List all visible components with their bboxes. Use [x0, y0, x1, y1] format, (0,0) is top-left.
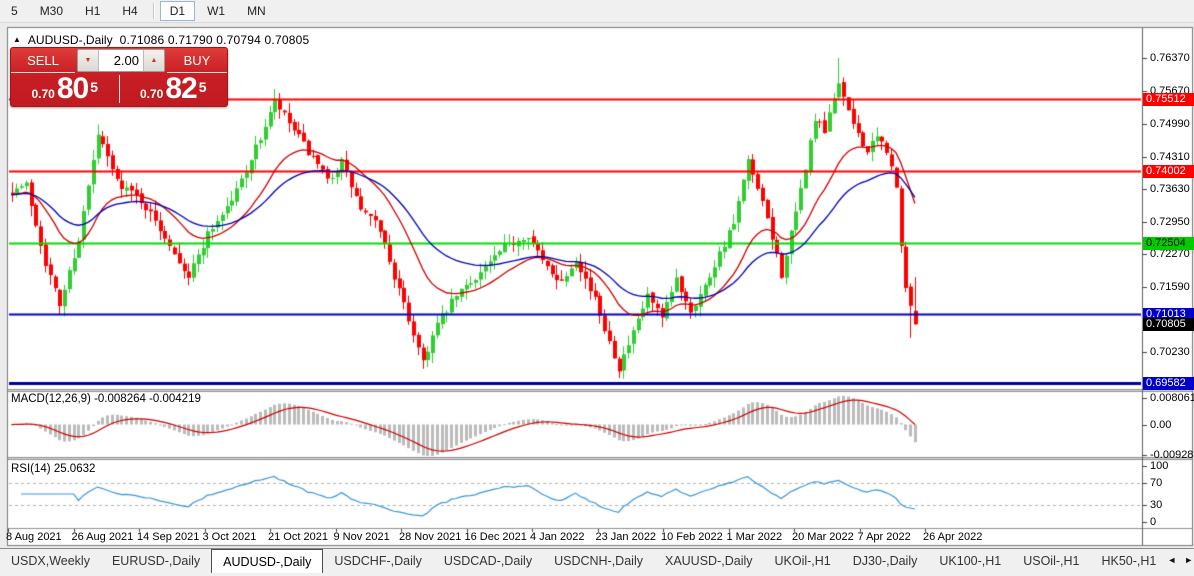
- price-axis-tick: 0.74990: [1150, 118, 1190, 130]
- timeframe-h1[interactable]: H1: [75, 1, 110, 21]
- buy-button[interactable]: BUY: [167, 48, 227, 73]
- price-axis-tick: 0.71590: [1150, 281, 1190, 293]
- sell-button[interactable]: SELL: [11, 48, 75, 73]
- tab-usdcad-daily[interactable]: USDCAD-,Daily: [433, 550, 543, 571]
- tab-eurusd-daily[interactable]: EURUSD-,Daily: [101, 550, 211, 571]
- timeframe-h4[interactable]: H4: [112, 1, 147, 21]
- price-level-label: 0.74002: [1143, 165, 1194, 178]
- volume-stepper: ▼ ▲: [77, 49, 165, 72]
- price-level-label: 0.75512: [1143, 93, 1194, 106]
- tab-usdchf-daily[interactable]: USDCHF-,Daily: [323, 550, 433, 571]
- timeframe-d1[interactable]: D1: [159, 1, 196, 21]
- timeframe-toolbar: 5 M30 H1 H4 D1 W1 MN: [0, 0, 1194, 23]
- tab-usoil-h1[interactable]: USOil-,H1: [1012, 550, 1090, 571]
- rsi-axis-tick: 70: [1150, 477, 1163, 489]
- date-axis-label: 20 Mar 2022: [792, 531, 854, 543]
- one-click-trading-widget: SELL ▼ ▲ BUY 0.70 80 5 0.70 82 5: [10, 47, 228, 107]
- price-axis-tick: 0.74310: [1150, 151, 1190, 163]
- tab-usdx-weekly[interactable]: USDX,Weekly: [0, 550, 101, 571]
- buy-price-display[interactable]: 0.70 82 5: [120, 74, 228, 104]
- date-axis-label: 14 Sep 2021: [137, 531, 200, 543]
- rsi-axis-tick: 100: [1150, 460, 1169, 472]
- tab-xauusd-daily[interactable]: XAUUSD-,Daily: [654, 550, 764, 571]
- price-axis-tick: 0.73630: [1150, 183, 1190, 195]
- price-axis-tick: 0.72950: [1150, 216, 1190, 228]
- price-axis-tick: 0.70230: [1150, 346, 1190, 358]
- date-axis-label: 28 Nov 2021: [399, 531, 462, 543]
- toolbar-separator: [152, 3, 155, 19]
- date-axis-label: 4 Jan 2022: [530, 531, 585, 543]
- price-level-label: 0.69582: [1143, 377, 1194, 390]
- price-level-label: 0.70805: [1143, 318, 1194, 331]
- date-axis-label: 16 Dec 2021: [464, 531, 527, 543]
- volume-input[interactable]: [99, 50, 143, 71]
- tab-scroll-right-icon[interactable]: ►: [1184, 555, 1193, 565]
- volume-increase-button[interactable]: ▲: [143, 50, 164, 71]
- macd-indicator-label: MACD(12,26,9) -0.008264 -0.004219: [11, 393, 201, 405]
- rsi-indicator-label: RSI(14) 25.0632: [11, 463, 96, 475]
- date-axis-label: 7 Apr 2022: [857, 531, 911, 543]
- date-axis-label: 23 Jan 2022: [595, 531, 657, 543]
- tab-dj30-daily[interactable]: DJ30-,Daily: [842, 550, 929, 571]
- tab-scroll-left-icon[interactable]: ◄: [1167, 555, 1176, 565]
- trade-widget-top-row: SELL ▼ ▲ BUY: [11, 48, 227, 73]
- volume-decrease-button[interactable]: ▼: [78, 50, 99, 71]
- date-axis-label: 10 Feb 2022: [661, 531, 723, 543]
- title-arrow-icon: ▲: [13, 35, 21, 44]
- tab-usdcnh-daily[interactable]: USDCNH-,Daily: [543, 550, 654, 571]
- tab-hk50-h1[interactable]: HK50-,H1: [1090, 550, 1167, 571]
- price-axis-tick: 0.76370: [1150, 52, 1190, 64]
- ohlc-values: 0.71086 0.71790 0.70794 0.70805: [119, 33, 310, 47]
- sell-price-display[interactable]: 0.70 80 5: [11, 74, 119, 104]
- date-axis-label: 26 Apr 2022: [923, 531, 983, 543]
- macd-axis-tick: 0.008061: [1150, 392, 1194, 404]
- timeframe-m30[interactable]: M30: [30, 1, 73, 21]
- date-axis-label: 8 Aug 2021: [6, 531, 62, 543]
- rsi-axis-tick: 0: [1150, 516, 1157, 528]
- tab-audusd-daily[interactable]: AUDUSD-,Daily: [211, 549, 324, 573]
- date-axis-label: 9 Nov 2021: [333, 531, 390, 543]
- timeframe-w1[interactable]: W1: [197, 1, 235, 21]
- date-axis-label: 1 Mar 2022: [726, 531, 783, 543]
- date-axis-label: 26 Aug 2021: [71, 531, 134, 543]
- date-axis-label: 21 Oct 2021: [268, 531, 328, 543]
- price-level-label: 0.72504: [1143, 237, 1194, 250]
- trade-widget-price-row: 0.70 80 5 0.70 82 5: [11, 73, 227, 105]
- symbol-tab-bar: USDX,Weekly EURUSD-,Daily AUDUSD-,Daily USD…: [0, 548, 1194, 576]
- timeframe-5[interactable]: 5: [1, 1, 28, 21]
- tab-uk100-h1[interactable]: UK100-,H1: [928, 550, 1012, 571]
- macd-axis-tick: 0.00: [1150, 419, 1172, 431]
- rsi-axis-tick: 30: [1150, 499, 1163, 511]
- timeframe-mn[interactable]: MN: [237, 1, 276, 21]
- tab-ukoil-h1[interactable]: UKOil-,H1: [764, 550, 842, 571]
- tab-scroll-arrows: ◄ ►: [1167, 549, 1194, 565]
- chart-title: ▲ AUDUSD-,Daily 0.71086 0.71790 0.70794 …: [13, 33, 309, 47]
- symbol-name: AUDUSD-,Daily: [27, 33, 113, 47]
- date-axis-label: 3 Oct 2021: [202, 531, 257, 543]
